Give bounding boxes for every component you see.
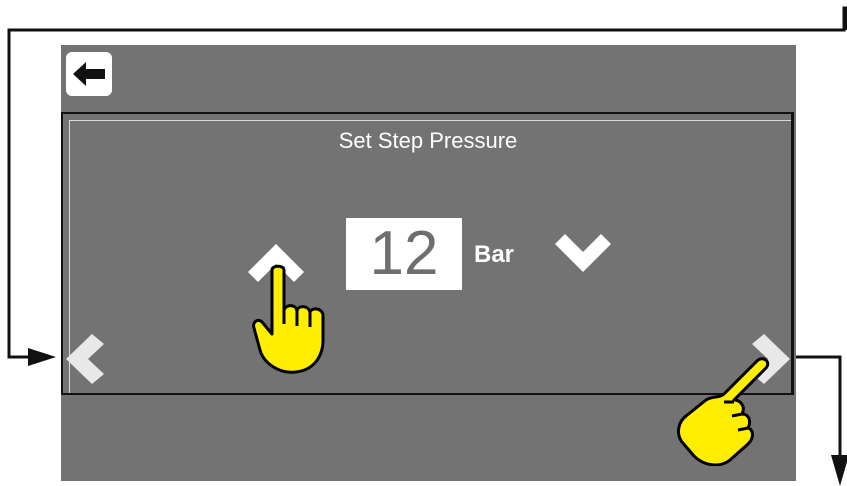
pressure-value[interactable]: 12 xyxy=(346,218,462,290)
page-title: Set Step Pressure xyxy=(338,128,518,153)
pointing-hand-icon xyxy=(677,357,770,466)
back-button[interactable] xyxy=(66,52,112,96)
chevron-left-icon[interactable] xyxy=(66,334,104,384)
unit-label: Bar xyxy=(474,241,515,268)
chevron-down-icon[interactable] xyxy=(555,234,611,272)
pointing-hand-icon xyxy=(252,264,325,374)
back-arrow-icon xyxy=(71,58,107,90)
